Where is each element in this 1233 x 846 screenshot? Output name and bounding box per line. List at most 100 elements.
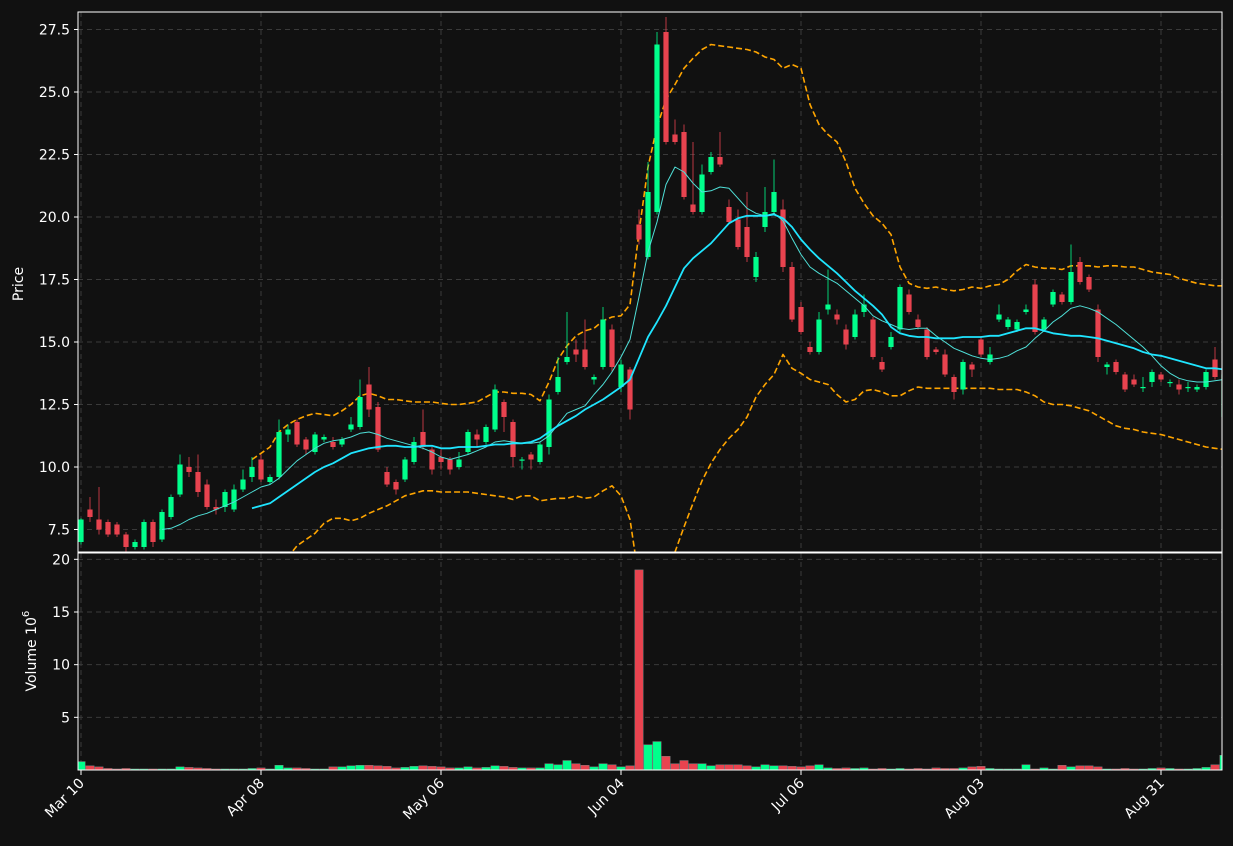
- candle-body: [240, 479, 246, 490]
- volume-bar: [976, 766, 986, 770]
- candle-body: [609, 329, 615, 367]
- candle-body: [726, 207, 732, 222]
- candle-body: [168, 497, 174, 517]
- candle-body: [321, 437, 327, 440]
- candle-body: [1014, 322, 1020, 330]
- candle-body: [1176, 384, 1182, 390]
- candle-body: [969, 364, 975, 370]
- candle-body: [771, 192, 777, 212]
- volume-bar: [553, 764, 563, 770]
- candle-body: [114, 524, 120, 535]
- candle-body: [357, 397, 363, 427]
- chart-canvas: 7.5 10.0 12.5 15.0 17.5 20.0 22.5 25.0 27.5 5 10 15…: [0, 0, 1233, 842]
- price-ytick-label: 20.0: [39, 210, 70, 226]
- volume-bar: [697, 763, 707, 770]
- price-ytick-label: 27.5: [39, 23, 70, 39]
- candle-body: [420, 432, 426, 447]
- volume-bar: [787, 766, 797, 770]
- candle-body: [1032, 284, 1038, 332]
- volume-bar: [1021, 764, 1031, 770]
- candle-body: [978, 339, 984, 355]
- candle-body: [870, 319, 876, 357]
- candle-body: [753, 257, 759, 277]
- candle-body: [1185, 387, 1191, 389]
- candle-body: [375, 407, 381, 450]
- candle-body: [1059, 294, 1065, 302]
- candle-body: [393, 482, 399, 490]
- volume-bar: [625, 765, 635, 770]
- volume-bar: [355, 765, 365, 770]
- candle-body: [348, 424, 354, 430]
- candle-body: [744, 227, 750, 257]
- volume-ytick-label: 10: [52, 658, 70, 674]
- volume-bar: [1057, 765, 1067, 770]
- volume-bar: [85, 765, 95, 770]
- candle-body: [735, 219, 741, 247]
- volume-bar: [373, 765, 383, 770]
- candle-body: [672, 134, 678, 142]
- candle-body: [123, 534, 129, 547]
- candle-body: [1023, 309, 1029, 312]
- volume-bar: [580, 765, 590, 770]
- volume-axis-exponent: 6: [21, 611, 32, 617]
- volume-bar: [634, 569, 644, 770]
- candle-body: [996, 314, 1002, 320]
- candle-body: [690, 204, 696, 212]
- volume-bar: [688, 763, 698, 770]
- candle-body: [501, 402, 507, 417]
- candle-body: [582, 349, 588, 367]
- candle-body: [1158, 374, 1164, 380]
- volume-bar: [805, 765, 815, 770]
- candle-body: [879, 362, 885, 370]
- price-axis-label: Price: [11, 267, 27, 301]
- candle-body: [1086, 277, 1092, 290]
- volume-bar: [760, 764, 770, 770]
- candle-body: [834, 314, 840, 320]
- candle-body: [699, 174, 705, 212]
- volume-bar: [643, 744, 653, 770]
- price-ytick-label: 22.5: [39, 148, 70, 164]
- candle-body: [177, 464, 183, 495]
- candle-body: [285, 429, 291, 435]
- candle-body: [888, 337, 894, 347]
- volume-ytick-label: 20: [52, 552, 70, 568]
- volume-bar: [706, 765, 716, 770]
- candle-body: [1050, 292, 1056, 305]
- candle-body: [906, 294, 912, 312]
- candle-body: [663, 32, 669, 142]
- candle-body: [600, 319, 606, 367]
- volume-bar: [274, 765, 284, 770]
- candle-body: [87, 509, 93, 517]
- volume-bar: [724, 764, 734, 770]
- candle-body: [330, 442, 336, 447]
- candle-body: [132, 542, 138, 547]
- candle-body: [474, 434, 480, 440]
- volume-bar: [364, 765, 374, 770]
- volume-bar: [544, 763, 554, 770]
- candle-body: [195, 472, 201, 492]
- candle-body: [591, 377, 597, 380]
- candle-body: [573, 349, 579, 355]
- candle-body: [1095, 309, 1101, 357]
- candle-body: [852, 314, 858, 337]
- candle-body: [1122, 374, 1128, 390]
- volume-bar: [382, 766, 392, 770]
- candle-body: [843, 329, 849, 345]
- price-ytick-label: 15.0: [39, 335, 70, 351]
- candle-body: [294, 422, 300, 445]
- candle-body: [258, 459, 264, 480]
- candle-body: [915, 319, 921, 327]
- candle-body: [951, 377, 957, 392]
- candle-body: [1140, 387, 1146, 389]
- volume-bar: [769, 765, 779, 770]
- stock-chart: 7.5 10.0 12.5 15.0 17.5 20.0 22.5 25.0 27.5 5 10 15…: [0, 0, 1233, 842]
- candle-body: [897, 287, 903, 330]
- candle-body: [141, 522, 147, 547]
- candle-body: [1149, 372, 1155, 382]
- volume-bar: [652, 741, 662, 770]
- candle-body: [465, 432, 471, 452]
- candle-body: [1041, 319, 1047, 330]
- candle-body: [546, 399, 552, 447]
- candle-body: [924, 329, 930, 357]
- volume-bar: [571, 763, 581, 770]
